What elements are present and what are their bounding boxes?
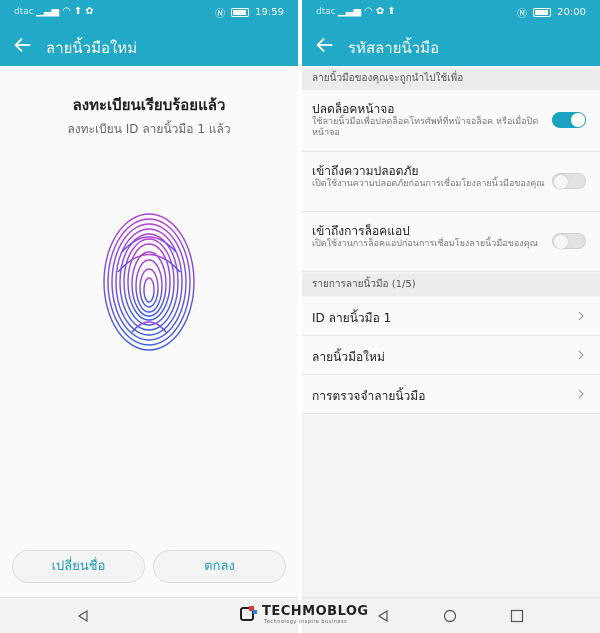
fingerprint-icon bbox=[103, 213, 195, 351]
screenshot-composite: dtac ▁▃▅ ◠ ⬆ ✿ Ⓝ 19:59 ลายนิ้วมือใหม่ ลง… bbox=[0, 0, 600, 633]
screen-unlock-toggle[interactable] bbox=[552, 112, 586, 128]
page-title: รหัสลายนิ้วมือ bbox=[348, 39, 440, 57]
nav-back-icon[interactable] bbox=[376, 609, 390, 623]
nav-home-icon[interactable] bbox=[443, 609, 457, 623]
setting-desc: เปิดใช้งานความปลอดภัยก่อนการเชื่อมโยงลาย… bbox=[312, 179, 545, 189]
nav-back-icon[interactable] bbox=[76, 609, 90, 623]
settings-icon: ✿ bbox=[85, 6, 94, 17]
carrier-label: dtac bbox=[316, 7, 336, 17]
status-icons: ▁▃▅ ◠ ✿ ⬆ bbox=[338, 5, 396, 19]
rename-button[interactable]: เปลี่ยนชื่อ bbox=[12, 550, 145, 583]
app-bar: รหัสลายนิ้วมือ bbox=[302, 26, 600, 66]
status-right: Ⓝ 20:00 bbox=[517, 5, 586, 20]
status-bar: dtac ▁▃▅ ◠ ✿ ⬆ Ⓝ 20:00 bbox=[302, 0, 600, 26]
status-icons: ▁▃▅ ◠ ⬆ ✿ bbox=[36, 5, 94, 19]
status-bar: dtac ▁▃▅ ◠ ⬆ ✿ Ⓝ 19:59 bbox=[0, 0, 298, 26]
safe-access-toggle[interactable] bbox=[552, 173, 586, 189]
nfc-icon: Ⓝ bbox=[517, 9, 528, 20]
watermark-brand: TECHMOBLOG bbox=[262, 604, 369, 619]
action-buttons: เปลี่ยนชื่อ ตกลง bbox=[12, 550, 286, 583]
techmoblog-logo-icon bbox=[240, 606, 257, 621]
chevron-right-icon bbox=[578, 311, 584, 321]
watermark-tagline: Technology inspire business bbox=[264, 619, 348, 625]
battery-icon bbox=[533, 8, 552, 17]
wifi-icon: ◠ bbox=[62, 6, 71, 17]
chevron-right-icon bbox=[578, 350, 584, 360]
setting-row-safe-access[interactable]: เข้าถึงความปลอดภัย เปิดใช้งานความปลอดภัย… bbox=[302, 152, 600, 212]
ok-button[interactable]: ตกลง bbox=[153, 550, 286, 583]
battery-icon bbox=[231, 8, 250, 17]
settings-icon: ✿ bbox=[375, 6, 385, 17]
list-item-label: ID ลายนิ้วมือ 1 bbox=[312, 311, 392, 325]
upload-icon: ⬆ bbox=[73, 6, 83, 17]
registration-title: ลงทะเบียนเรียบร้อยแล้ว bbox=[72, 96, 226, 114]
signal-icon: ▁▃▅ bbox=[338, 6, 362, 17]
carrier-label: dtac bbox=[14, 7, 34, 17]
section-header-usage: ลายนิ้วมือของคุณจะถูกนำไปใช้เพื่อ bbox=[302, 68, 600, 90]
back-arrow-icon[interactable] bbox=[314, 34, 336, 56]
clock: 20:00 bbox=[557, 7, 586, 18]
techmoblog-watermark: TECHMOBLOG Technology inspire business bbox=[240, 603, 370, 629]
list-item-label: การตรวจจำลายนิ้วมือ bbox=[312, 389, 426, 403]
status-right: Ⓝ 19:59 bbox=[215, 5, 284, 20]
left-phone-screen: dtac ▁▃▅ ◠ ⬆ ✿ Ⓝ 19:59 ลายนิ้วมือใหม่ ลง… bbox=[0, 0, 298, 633]
chevron-right-icon bbox=[578, 389, 584, 399]
section-header-fingerprint-list: รายการลายนิ้วมือ (1/5) bbox=[302, 274, 600, 296]
app-bar: ลายนิ้วมือใหม่ bbox=[0, 26, 298, 66]
list-item-label: ลายนิ้วมือใหม่ bbox=[312, 350, 385, 364]
page-title: ลายนิ้วมือใหม่ bbox=[46, 39, 138, 57]
back-arrow-icon[interactable] bbox=[12, 34, 34, 56]
setting-row-app-lock[interactable]: เข้าถึงการล็อคแอป เปิดใช้งานการล็อคแอปก่… bbox=[302, 212, 600, 272]
app-lock-toggle[interactable] bbox=[552, 233, 586, 249]
registration-subtitle: ลงทะเบียน ID ลายนิ้วมือ 1 แล้ว bbox=[67, 122, 231, 136]
nav-recents-icon[interactable] bbox=[510, 609, 524, 623]
setting-desc: ใช้ลายนิ้วมือเพื่อปลดล็อคโทรศัพท์ที่หน้า… bbox=[312, 117, 539, 138]
nfc-icon: Ⓝ bbox=[215, 9, 226, 20]
clock: 19:59 bbox=[255, 7, 284, 18]
right-phone-screen: dtac ▁▃▅ ◠ ✿ ⬆ Ⓝ 20:00 รหัสลายนิ้วมือ ลา… bbox=[302, 0, 600, 633]
list-item-new-fingerprint[interactable]: ลายนิ้วมือใหม่ bbox=[302, 336, 600, 375]
wifi-icon: ◠ bbox=[364, 6, 373, 17]
signal-icon: ▁▃▅ bbox=[36, 6, 60, 17]
list-item-fingerprint-id-1[interactable]: ID ลายนิ้วมือ 1 bbox=[302, 297, 600, 336]
list-item-fingerprint-recognition[interactable]: การตรวจจำลายนิ้วมือ bbox=[302, 375, 600, 414]
setting-desc: เปิดใช้งานการล็อคแอปก่อนการเชื่อมโยงลายน… bbox=[312, 239, 539, 249]
upload-icon: ⬆ bbox=[387, 6, 396, 17]
setting-row-screen-unlock[interactable]: ปลดล็อคหน้าจอ ใช้ลายนิ้วมือเพื่อปลดล็อคโ… bbox=[302, 90, 600, 152]
